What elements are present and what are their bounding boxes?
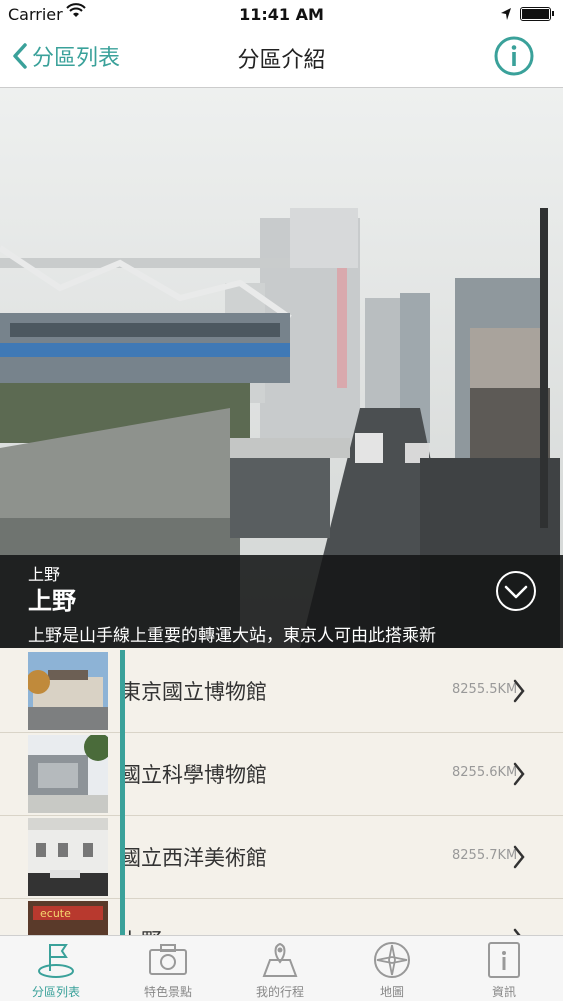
camera-icon [149,944,187,975]
timeline-bar [120,650,125,935]
list-item[interactable]: 國立科學博物館 8255.6KM [0,733,563,816]
museum-thumbnail [28,818,108,896]
district-name: 上野 [28,587,76,615]
status-bar: Carrier 11:41 AM [0,0,563,30]
route-map-icon [262,942,298,977]
attraction-name: 東京國立博物館 [120,680,267,704]
tab-info[interactable]: 資訊 [448,936,560,1001]
list-item[interactable]: ecute 上野 [0,899,563,935]
chevron-right-icon [513,928,521,935]
attraction-name: 上野 [120,925,162,935]
navigation-bar: 分區列表 分區介紹 [0,30,563,88]
tab-my-itinerary[interactable]: 我的行程 [224,936,336,1001]
attraction-distance: 8255.5KM [452,682,518,697]
tab-bar: 分區列表 特色景點 我的行程 地圖 資訊 [0,935,563,1001]
list-item[interactable]: 國立西洋美術館 8255.7KM [0,816,563,899]
expand-chevron-down-icon[interactable] [495,570,537,612]
attraction-distance: 8255.6KM [452,765,518,780]
attraction-distance: 8255.7KM [452,848,518,863]
compass-icon [374,942,410,978]
district-thumbnail: ecute [28,901,108,935]
tab-map[interactable]: 地圖 [336,936,448,1001]
tab-featured-spots[interactable]: 特色景點 [112,936,224,1001]
battery-icon [520,7,554,21]
district-description: 上野是山手線上重要的轉運大站，東京人可由此搭乘新 [28,626,436,646]
list-item[interactable]: 東京國立博物館 8255.5KM [0,650,563,733]
info-icon[interactable] [494,36,534,76]
info-doc-icon [488,942,520,978]
flag-icon [38,944,74,978]
tab-label: 資訊 [491,985,516,999]
location-arrow-icon [500,6,512,25]
tab-label: 分區列表 [31,985,80,999]
tab-district-list[interactable]: 分區列表 [0,936,112,1001]
district-info-overlay: 上野 上野 上野是山手線上重要的轉運大站，東京人可由此搭乘新 [0,555,563,648]
clock: 11:41 AM [239,5,324,24]
tab-label: 地圖 [379,985,404,999]
chevron-right-icon [513,762,525,786]
attraction-name: 國立科學博物館 [120,763,267,787]
chevron-right-icon [513,679,525,703]
attraction-name: 國立西洋美術館 [120,846,267,870]
tab-label: 特色景點 [143,985,192,999]
attraction-list: 東京國立博物館 8255.5KM 國立科學博物館 8255.6KM 國立西洋美術… [0,650,563,935]
museum-thumbnail [28,735,108,813]
chevron-right-icon [513,845,525,869]
tab-label: 我的行程 [255,985,304,999]
page-title: 分區介紹 [237,48,326,73]
svg-text:ecute: ecute [40,907,71,920]
museum-thumbnail [28,652,108,730]
